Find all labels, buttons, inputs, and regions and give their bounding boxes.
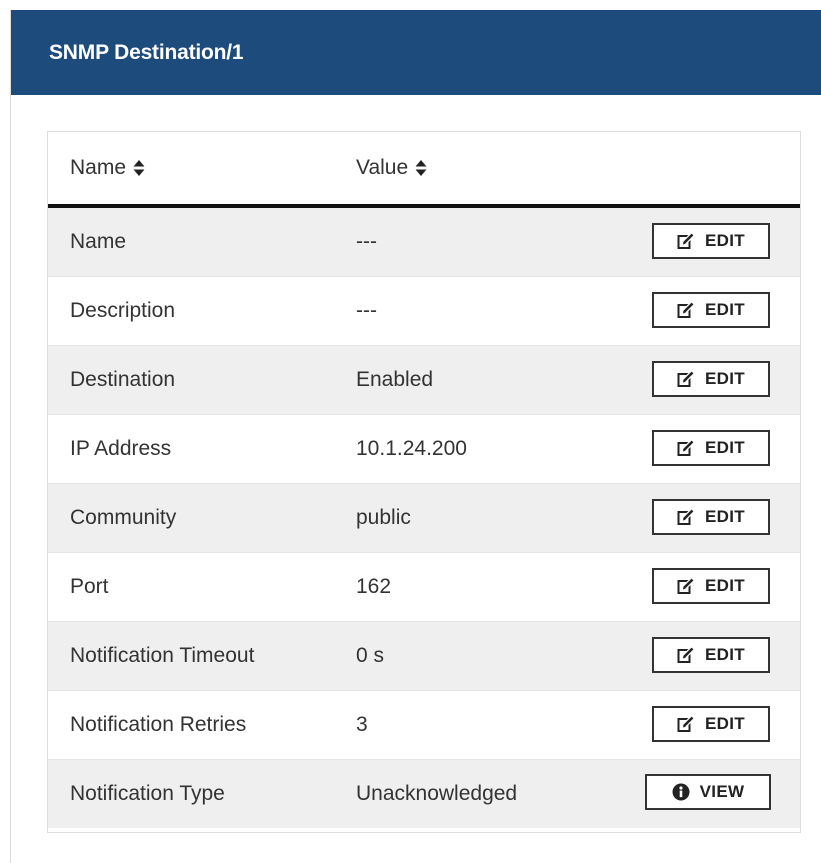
table-row: IP Address 10.1.24.200 EDIT bbox=[48, 415, 800, 484]
column-header-name[interactable]: Name bbox=[70, 132, 145, 204]
edit-button[interactable]: EDIT bbox=[652, 361, 770, 397]
row-name: Destination bbox=[70, 368, 176, 391]
edit-button[interactable]: EDIT bbox=[652, 637, 770, 673]
table-row: Description --- EDIT bbox=[48, 277, 800, 346]
edit-icon bbox=[677, 646, 695, 663]
column-header-value-label: Value bbox=[356, 156, 409, 179]
info-icon bbox=[672, 783, 690, 801]
edit-icon bbox=[677, 508, 695, 525]
edit-button-label: EDIT bbox=[705, 645, 745, 664]
table-row: Port 162 EDIT bbox=[48, 553, 800, 622]
row-name: Community bbox=[70, 506, 177, 529]
table-row: Community public EDIT bbox=[48, 484, 800, 553]
edit-button[interactable]: EDIT bbox=[652, 430, 770, 466]
edit-icon bbox=[677, 301, 695, 318]
column-header-name-label: Name bbox=[70, 156, 127, 179]
edit-button[interactable]: EDIT bbox=[652, 706, 770, 742]
row-value: public bbox=[356, 506, 411, 529]
edit-icon bbox=[677, 439, 695, 456]
table-row: Notification Timeout 0 s EDIT bbox=[48, 622, 800, 691]
table-header: Name Value bbox=[48, 132, 800, 208]
edit-button[interactable]: EDIT bbox=[652, 568, 770, 604]
edit-button[interactable]: EDIT bbox=[652, 499, 770, 535]
edit-icon bbox=[677, 370, 695, 387]
edit-button-label: EDIT bbox=[705, 438, 745, 457]
row-name: Notification Type bbox=[70, 782, 225, 805]
snmp-destination-panel: SNMP Destination/1 Name Value Name --- E… bbox=[10, 10, 821, 863]
row-name: Description bbox=[70, 299, 176, 322]
table-row: Notification Type Unacknowledged VIEW bbox=[48, 760, 800, 828]
table-row: Destination Enabled EDIT bbox=[48, 346, 800, 415]
edit-button-label: EDIT bbox=[705, 300, 745, 319]
table-row: Name --- EDIT bbox=[48, 208, 800, 277]
row-name: IP Address bbox=[70, 437, 172, 460]
edit-button-label: EDIT bbox=[705, 369, 745, 388]
row-value: Unacknowledged bbox=[356, 782, 518, 805]
row-name: Name bbox=[70, 230, 127, 253]
edit-button-label: EDIT bbox=[705, 714, 745, 733]
column-header-value[interactable]: Value bbox=[356, 132, 427, 204]
edit-icon bbox=[677, 577, 695, 594]
sort-icon bbox=[415, 160, 427, 176]
properties-table: Name Value Name --- EDIT Description ---… bbox=[47, 131, 801, 833]
row-value: 162 bbox=[356, 575, 392, 598]
panel-header: SNMP Destination/1 bbox=[11, 10, 821, 95]
row-value: --- bbox=[356, 299, 377, 322]
edit-icon bbox=[677, 715, 695, 732]
edit-button-label: EDIT bbox=[705, 507, 745, 526]
row-value: 3 bbox=[356, 713, 368, 736]
row-name: Notification Retries bbox=[70, 713, 247, 736]
table-body: Name --- EDIT Description --- EDIT Desti… bbox=[48, 208, 800, 828]
row-value: 0 s bbox=[356, 644, 385, 667]
view-button[interactable]: VIEW bbox=[645, 774, 771, 810]
edit-button-label: EDIT bbox=[705, 576, 745, 595]
edit-button[interactable]: EDIT bbox=[652, 223, 770, 259]
row-name: Port bbox=[70, 575, 109, 598]
row-name: Notification Timeout bbox=[70, 644, 255, 667]
edit-icon bbox=[677, 232, 695, 249]
edit-button-label: EDIT bbox=[705, 231, 745, 250]
panel-title: SNMP Destination/1 bbox=[49, 40, 244, 64]
table-row: Notification Retries 3 EDIT bbox=[48, 691, 800, 760]
edit-button[interactable]: EDIT bbox=[652, 292, 770, 328]
view-button-label: VIEW bbox=[699, 782, 745, 801]
row-value: Enabled bbox=[356, 368, 434, 391]
row-value: 10.1.24.200 bbox=[356, 437, 467, 460]
sort-icon bbox=[133, 160, 145, 176]
row-value: --- bbox=[356, 230, 377, 253]
